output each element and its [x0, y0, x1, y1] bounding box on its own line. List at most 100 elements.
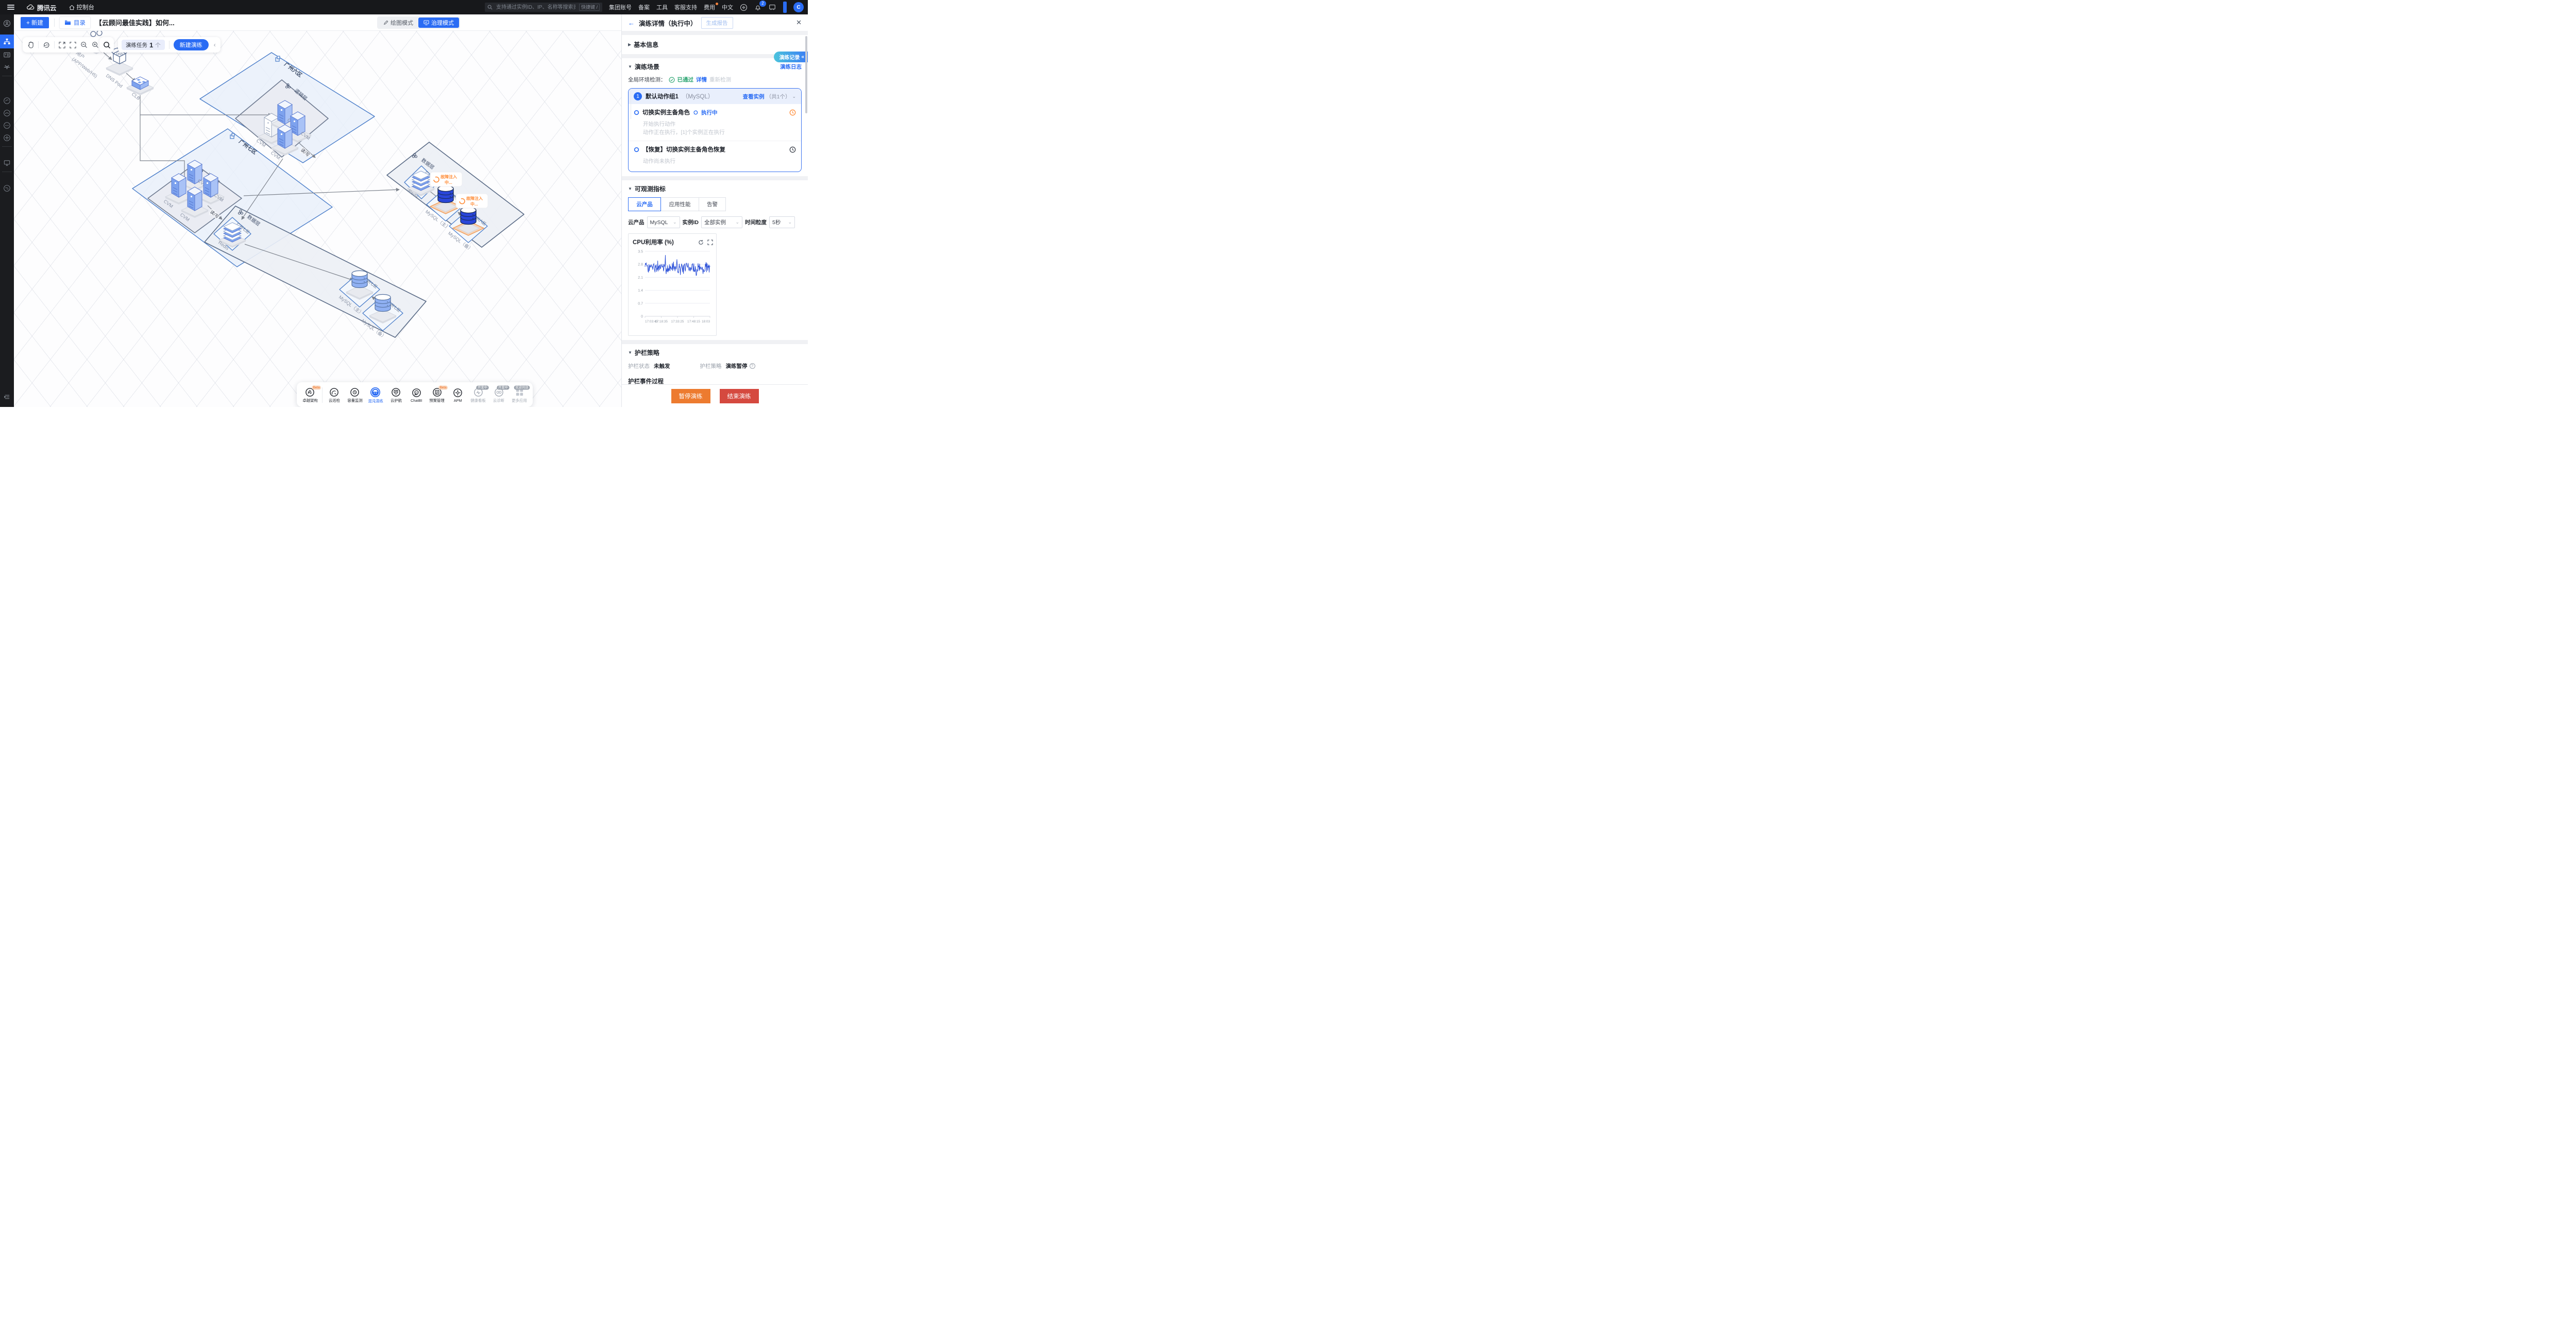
voice-assistant-icon[interactable] — [740, 4, 748, 11]
env-recheck-link[interactable]: 重新检测 — [709, 76, 731, 83]
architecture-canvas[interactable]: 广州六区 广州七区 数据层 数据层 — [14, 31, 621, 407]
chevron-down-icon[interactable]: ⌄ — [792, 94, 796, 99]
sidebar-item-branch[interactable] — [0, 61, 14, 73]
panel-scrollbar[interactable] — [805, 36, 807, 113]
sidebar-screen-icon[interactable] — [0, 157, 14, 169]
pencil-icon — [383, 20, 388, 25]
basic-info-header[interactable]: ▶ 基本信息 — [628, 40, 802, 49]
node-dns-pod[interactable]: DNS DNS Pod — [105, 48, 133, 89]
new-drill-button[interactable]: 新建演练 — [174, 39, 209, 50]
dock-item-plan-management[interactable]: Beta 预案管理 — [427, 387, 447, 403]
nav-tools[interactable]: 工具 — [656, 3, 668, 11]
caret-down-icon[interactable]: ▼ — [628, 350, 632, 355]
dock-item-chaos-drill-active[interactable]: 混沌演练 — [365, 387, 386, 404]
brand-logo[interactable]: 腾讯云 — [27, 3, 57, 12]
cpu-utilization-chart[interactable]: 00.71.42.12.83.517:03:4517:18:3517:33:25… — [633, 246, 713, 332]
chatbi-icon — [412, 388, 421, 398]
action-group-header[interactable]: 1 默认动作组1 （MySQL） 查看实例 （共1个） ⌄ — [629, 89, 801, 104]
tab-cloud-product[interactable]: 云产品 — [628, 197, 661, 211]
stop-drill-button[interactable]: 结束演练 — [720, 389, 759, 403]
help-question-icon[interactable]: ? — [750, 363, 755, 369]
govern-mode-button[interactable]: 治理模式 — [418, 18, 459, 28]
action-log-text: 开始执行动作 动作正在执行，[1]个实例正在执行 — [629, 117, 801, 141]
zoom-out-icon[interactable] — [80, 41, 88, 48]
pause-drill-button[interactable]: 暂停演练 — [671, 389, 710, 403]
left-sidebar — [0, 14, 14, 407]
global-search-input[interactable] — [495, 4, 577, 11]
action-row-recover[interactable]: 【恢复】切换实例主备角色恢复 — [629, 141, 801, 155]
expand-icon[interactable] — [707, 240, 713, 245]
home-icon — [69, 5, 75, 10]
granularity-select[interactable]: 5秒⌄ — [769, 216, 795, 228]
dock-item-cloud-inspection[interactable]: 云巡检 — [324, 387, 345, 403]
caret-down-icon[interactable]: ▼ — [628, 64, 632, 69]
back-arrow-icon[interactable]: ← — [628, 19, 635, 27]
pan-hand-icon[interactable] — [27, 41, 34, 48]
env-detail-link[interactable]: 详情 — [696, 76, 707, 83]
dock-item-cloud-escort[interactable]: 云护航 — [386, 387, 406, 403]
billing-alert-dot — [716, 3, 718, 5]
tab-app-performance[interactable]: 应用性能 — [661, 197, 699, 211]
nav-support[interactable]: 客服支持 — [674, 3, 697, 11]
instance-select[interactable]: 全部实例⌄ — [701, 216, 742, 228]
action-row-switch[interactable]: 切换实例主备角色 执行中 — [629, 104, 801, 117]
zoom-in-icon[interactable] — [92, 41, 99, 48]
node-clb[interactable]: CLB — [127, 77, 154, 101]
dock-item-health-board[interactable]: 开发中 健康看板 — [468, 387, 488, 403]
fit-view-icon[interactable] — [59, 42, 65, 48]
catalog-button[interactable]: 目录 — [60, 17, 90, 28]
running-spinner-icon — [693, 110, 698, 115]
global-search[interactable]: 快捷键 / — [485, 3, 602, 12]
svg-text:17:48:15: 17:48:15 — [687, 320, 700, 324]
notification-bell-icon[interactable]: 2 — [754, 4, 762, 11]
fullscreen-icon[interactable] — [70, 42, 76, 48]
drill-log-link[interactable]: 演练日志 — [780, 63, 802, 71]
collapse-chevron-icon[interactable]: ‹ — [213, 41, 217, 48]
collapsed-panel-handle[interactable] — [783, 2, 787, 13]
sidebar-app-escort-icon[interactable] — [0, 131, 14, 144]
sidebar-app-capacity-icon[interactable] — [0, 107, 14, 119]
nav-group-account[interactable]: 集团账号 — [609, 3, 632, 11]
tab-alarm[interactable]: 告警 — [699, 197, 726, 211]
drill-detail-panel: ← 演练详情（执行中） 生成报告 ✕ ▶ 基本信息 演练记录 « ▼ 演练场景 … — [621, 14, 808, 407]
action-group-card: 1 默认动作组1 （MySQL） 查看实例 （共1个） ⌄ 切换实例主备角色 执… — [628, 88, 802, 172]
sidebar-app-chaos-icon[interactable] — [0, 119, 14, 131]
guardrail-section: ▼ 护栏策略 护栏状态 未触发 护栏策略 演练暂停 ? 护栏事件过程 — [622, 344, 808, 389]
new-button[interactable]: + 新建 — [21, 17, 49, 28]
close-icon[interactable]: ✕ — [796, 19, 802, 27]
sidebar-collapse-icon[interactable] — [0, 390, 14, 403]
nav-language[interactable]: 中文 — [722, 3, 733, 11]
rotate-2d-icon[interactable]: 2D — [43, 41, 50, 48]
sidebar-app-inspection-icon[interactable] — [0, 94, 14, 107]
dock-item-capacity-monitor[interactable]: 容量监测 — [345, 387, 365, 403]
chaos-drill-icon — [370, 387, 381, 398]
refresh-icon[interactable] — [698, 240, 704, 245]
dock-item-cloud-diagnose[interactable]: 开发中 云诊断 — [488, 387, 509, 403]
console-panel-icon[interactable] — [769, 4, 776, 11]
sidebar-item-architecture-active[interactable] — [0, 35, 14, 48]
document-toolbar: + 新建 目录 【云顾问最佳实践】如何... 绘图模式 治理模式 — [14, 14, 621, 31]
tools-divider — [54, 41, 55, 48]
hamburger-menu-icon[interactable] — [7, 5, 14, 10]
dock-item-well-architected[interactable]: Beta 卓越架构 — [300, 387, 320, 403]
sidebar-account-icon[interactable] — [0, 17, 14, 29]
nav-icp[interactable]: 备案 — [638, 3, 650, 11]
view-instances-link[interactable]: 查看实例 — [743, 93, 765, 100]
sidebar-diagnose-icon[interactable] — [0, 182, 14, 194]
dock-item-apm[interactable]: APM — [447, 388, 468, 403]
canvas-search-button[interactable] — [99, 37, 114, 53]
svg-text:故障注入: 故障注入 — [440, 174, 457, 179]
console-link[interactable]: 控制台 — [69, 3, 95, 11]
section-gap — [622, 31, 808, 35]
product-select[interactable]: MySQL⌄ — [647, 216, 680, 228]
nav-billing[interactable]: 费用 — [704, 3, 715, 11]
dock-item-chatbi[interactable]: ChatBI — [406, 388, 427, 403]
drill-task-counter[interactable]: 演练任务 1 个 — [122, 40, 165, 50]
avatar[interactable]: C — [793, 2, 804, 12]
draw-mode-button[interactable]: 绘图模式 — [378, 18, 418, 28]
dock-item-more-apps[interactable]: 欢迎共创 更多应用 — [509, 387, 530, 403]
sidebar-item-report[interactable] — [0, 48, 14, 61]
tencent-cloud-logo-icon — [27, 4, 35, 11]
caret-down-icon[interactable]: ▼ — [628, 186, 632, 191]
generate-report-button[interactable]: 生成报告 — [701, 17, 733, 29]
